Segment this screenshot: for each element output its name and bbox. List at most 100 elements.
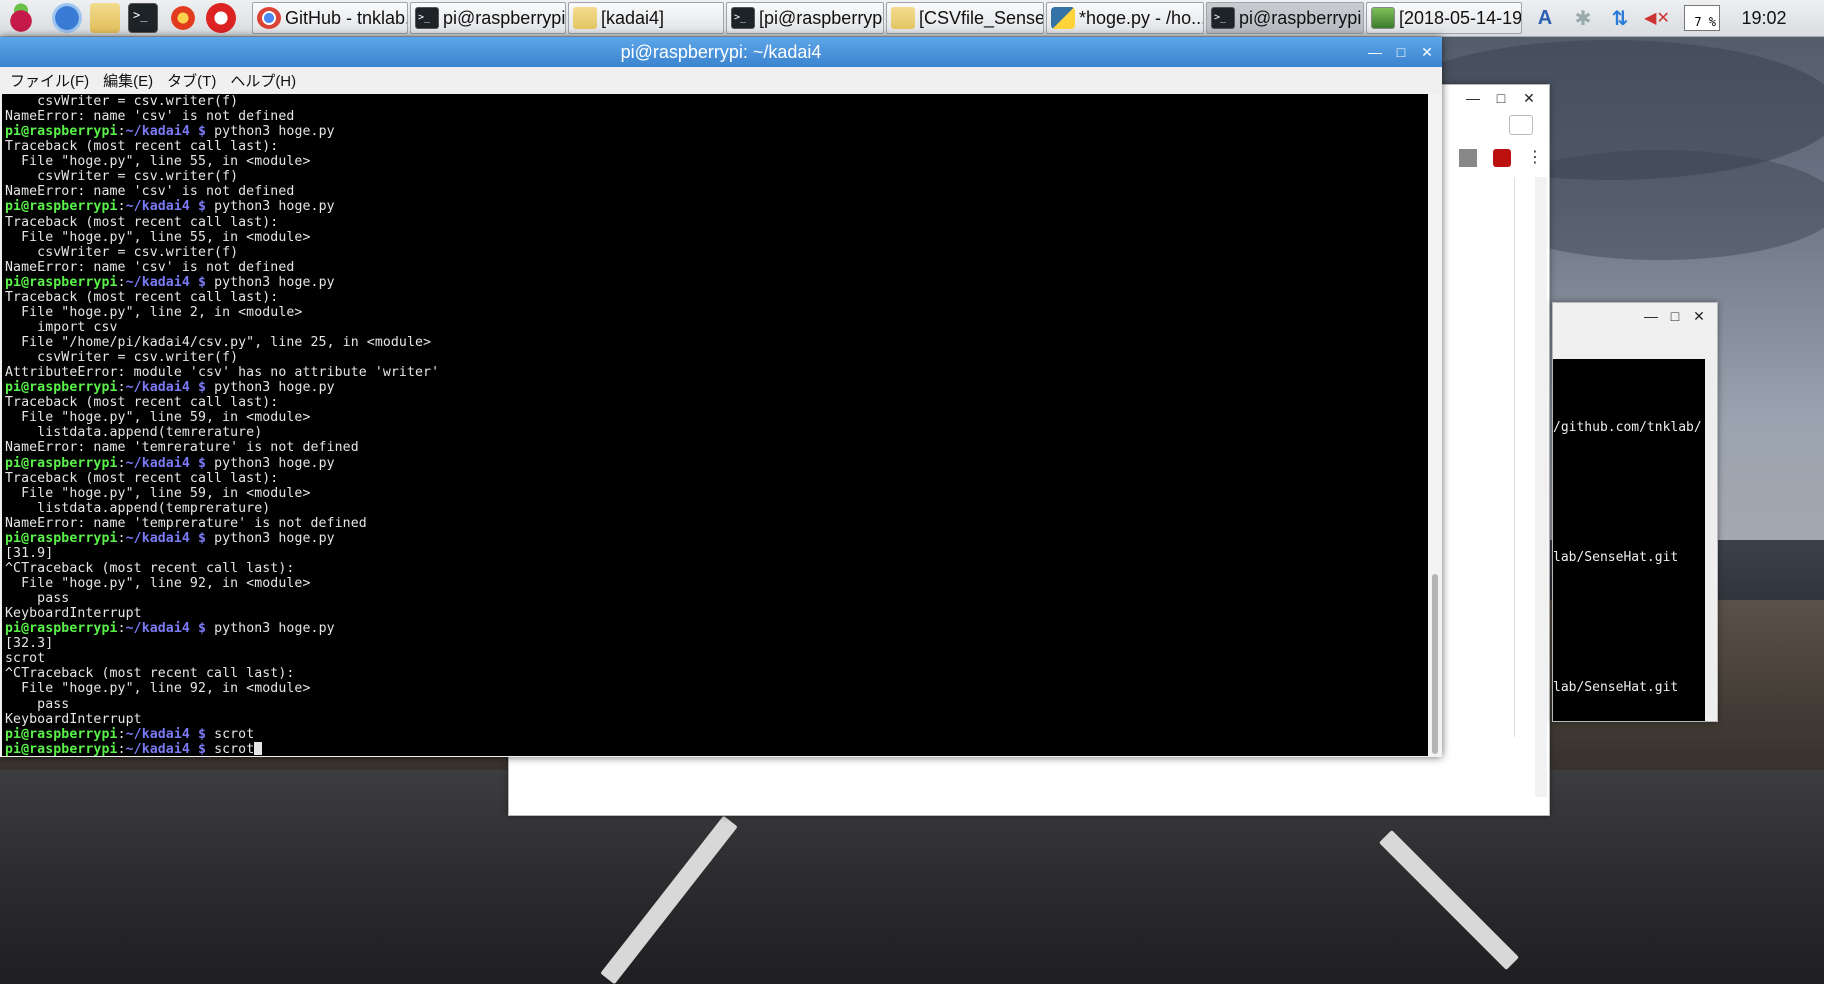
globe-browser-icon[interactable] [52,3,82,33]
prompt-separator: : [117,741,126,756]
scrollbar-thumb[interactable] [1432,574,1438,754]
output-line: File "/home/pi/kadai4/csv.py", line 25, … [5,335,432,350]
output-line: File "hoge.py", line 2, in <module> [5,304,303,320]
prompt-separator: : [117,621,126,637]
profile-icon[interactable] [1509,115,1533,135]
prompt-separator: : [117,530,126,546]
output-line: pass [5,696,70,712]
menu-edit[interactable]: 編集(E) [103,70,153,91]
command-text: python3 hoge.py [214,530,335,546]
prompt-path: ~/kadai4 $ [125,124,207,140]
task-label: [2018-05-14-19... [1399,7,1522,28]
maximize-icon[interactable]: □ [1663,303,1687,329]
task-terminal-active[interactable]: >_ pi@raspberrypi:... [1206,2,1364,34]
volume-muted-icon[interactable]: ◀✕ [1642,0,1672,36]
window-titlebar[interactable]: pi@raspberrypi: ~/kadai4 [0,37,1442,67]
ublock-icon[interactable] [1493,149,1511,167]
task-label: pi@raspberrypi:... [1239,7,1363,28]
maximize-icon[interactable]: □ [1388,37,1414,67]
background-terminal-window[interactable]: — □ ✕ /github.com/tnklab/ lab/SenseHat.g… [1552,302,1718,722]
output-line: Traceback (most recent call last): [5,289,279,305]
task-chromium[interactable]: GitHub - tnklab... [252,2,408,34]
menu-file[interactable]: ファイル(F) [10,70,89,91]
task-terminal-2[interactable]: >_ [pi@raspberrypi... [726,2,884,34]
main-terminal-window[interactable]: pi@raspberrypi: ~/kadai4 — □ ✕ ファイル(F) 編… [0,37,1442,757]
terminal-line: /github.com/tnklab/ [1553,420,1702,435]
prompt-line: pi@raspberrypi:~/kadai4 $ python3 hoge.p… [2,621,1428,636]
extension-icon[interactable] [1459,149,1477,167]
clock[interactable]: 19:02 [1728,0,1800,36]
task-folder-csvfile[interactable]: [CSVfile_Sense... [886,2,1044,34]
prompt-user: pi@raspberrypi [5,199,118,215]
text-cursor [254,741,263,755]
prompt-path: ~/kadai4 $ [125,741,207,756]
command-text: python3 hoge.py [214,124,335,140]
output-line: NameError: name 'csv' is not defined [5,259,295,275]
prompt-user: pi@raspberrypi [5,741,118,756]
prompt-path: ~/kadai4 $ [125,455,207,471]
prompt-path: ~/kadai4 $ [125,621,207,637]
terminal-icon: >_ [731,7,755,29]
command-text: python3 hoge.py [214,274,335,290]
prompt-line: pi@raspberrypi:~/kadai4 $ scrot [2,741,1428,756]
prompt-line: pi@raspberrypi:~/kadai4 $ scrot [2,727,1428,742]
close-icon[interactable]: ✕ [1687,303,1711,329]
output-line: File "hoge.py", line 55, in <module> [5,154,311,170]
task-label: GitHub - tnklab... [285,7,408,28]
folder-icon [573,7,597,29]
browser-menu-icon[interactable]: ⋮ [1527,147,1543,169]
maximize-icon[interactable]: □ [1489,85,1513,111]
network-icon[interactable]: ⇅ [1604,0,1636,36]
output-line: File "hoge.py", line 59, in <module> [5,410,311,426]
task-editor-hoge[interactable]: *hoge.py - /ho... [1046,2,1204,34]
background-terminal-scrollbar[interactable] [1705,359,1715,717]
minimize-icon[interactable]: — [1461,85,1485,111]
browser-scrollbar[interactable] [1535,177,1547,797]
prompt-user: pi@raspberrypi [5,124,118,140]
menu-help[interactable]: ヘルプ(H) [230,70,296,91]
minimize-icon[interactable]: — [1362,37,1388,67]
output-line: listdata.append(temrerature) [5,425,263,441]
file-manager-icon[interactable] [90,3,120,33]
output-line: Traceback (most recent call last): [5,139,279,155]
cpu-monitor[interactable]: 7 % [1684,5,1720,31]
terminal-line: lab/SenseHat.git [1553,680,1679,695]
close-icon[interactable]: ✕ [1517,85,1541,111]
terminal-output[interactable]: csvWriter = csv.writer(f) NameError: name… [2,94,1428,756]
task-folder-kadai4[interactable]: [kadai4] [568,2,724,34]
menu-tabs[interactable]: タブ(T) [167,70,216,91]
prompt-path: ~/kadai4 $ [125,380,207,396]
output-line: csvWriter = csv.writer(f) [5,350,239,366]
close-icon[interactable]: ✕ [1414,37,1440,67]
prompt-user: pi@raspberrypi [5,380,118,396]
python-icon [1051,7,1075,29]
prompt-line: pi@raspberrypi:~/kadai4 $ python3 hoge.p… [2,456,1428,471]
wolfram-icon[interactable] [206,3,236,33]
terminal-line: lab/SenseHat.git [1553,550,1679,565]
keyboard-layout-icon[interactable]: A [1530,0,1560,36]
raspberry-menu-icon[interactable] [6,3,36,33]
terminal-scrollbar[interactable] [1428,94,1442,756]
minimize-icon[interactable]: — [1639,303,1663,329]
prompt-user: pi@raspberrypi [5,530,118,546]
output-line: [32.3] [5,636,54,652]
prompt-user: pi@raspberrypi [5,455,118,471]
task-image-viewer[interactable]: [2018-05-14-19... [1366,2,1522,34]
bluetooth-icon[interactable]: ✱ [1568,0,1598,36]
prompt-line: pi@raspberrypi:~/kadai4 $ python3 hoge.p… [2,531,1428,546]
output-line: import csv [5,319,118,335]
command-text: scrot [214,726,255,742]
output-line: File "hoge.py", line 55, in <module> [5,229,311,245]
output-line: Traceback (most recent call last): [5,395,279,411]
output-line: csvWriter = csv.writer(f) [5,244,239,260]
output-line: File "hoge.py", line 59, in <module> [5,485,311,501]
image-icon [1371,7,1395,29]
prompt-user: pi@raspberrypi [5,274,118,290]
mathematica-icon[interactable] [168,3,198,33]
output-line: File "hoge.py", line 92, in <module> [5,681,311,697]
command-text: python3 hoge.py [214,455,335,471]
terminal-launcher-icon[interactable]: >_ [128,3,158,33]
output-line: NameError: name 'temrerature' is not def… [5,440,359,456]
task-terminal-1[interactable]: >_ pi@raspberrypi:... [410,2,566,34]
command-text: python3 hoge.py [214,621,335,637]
